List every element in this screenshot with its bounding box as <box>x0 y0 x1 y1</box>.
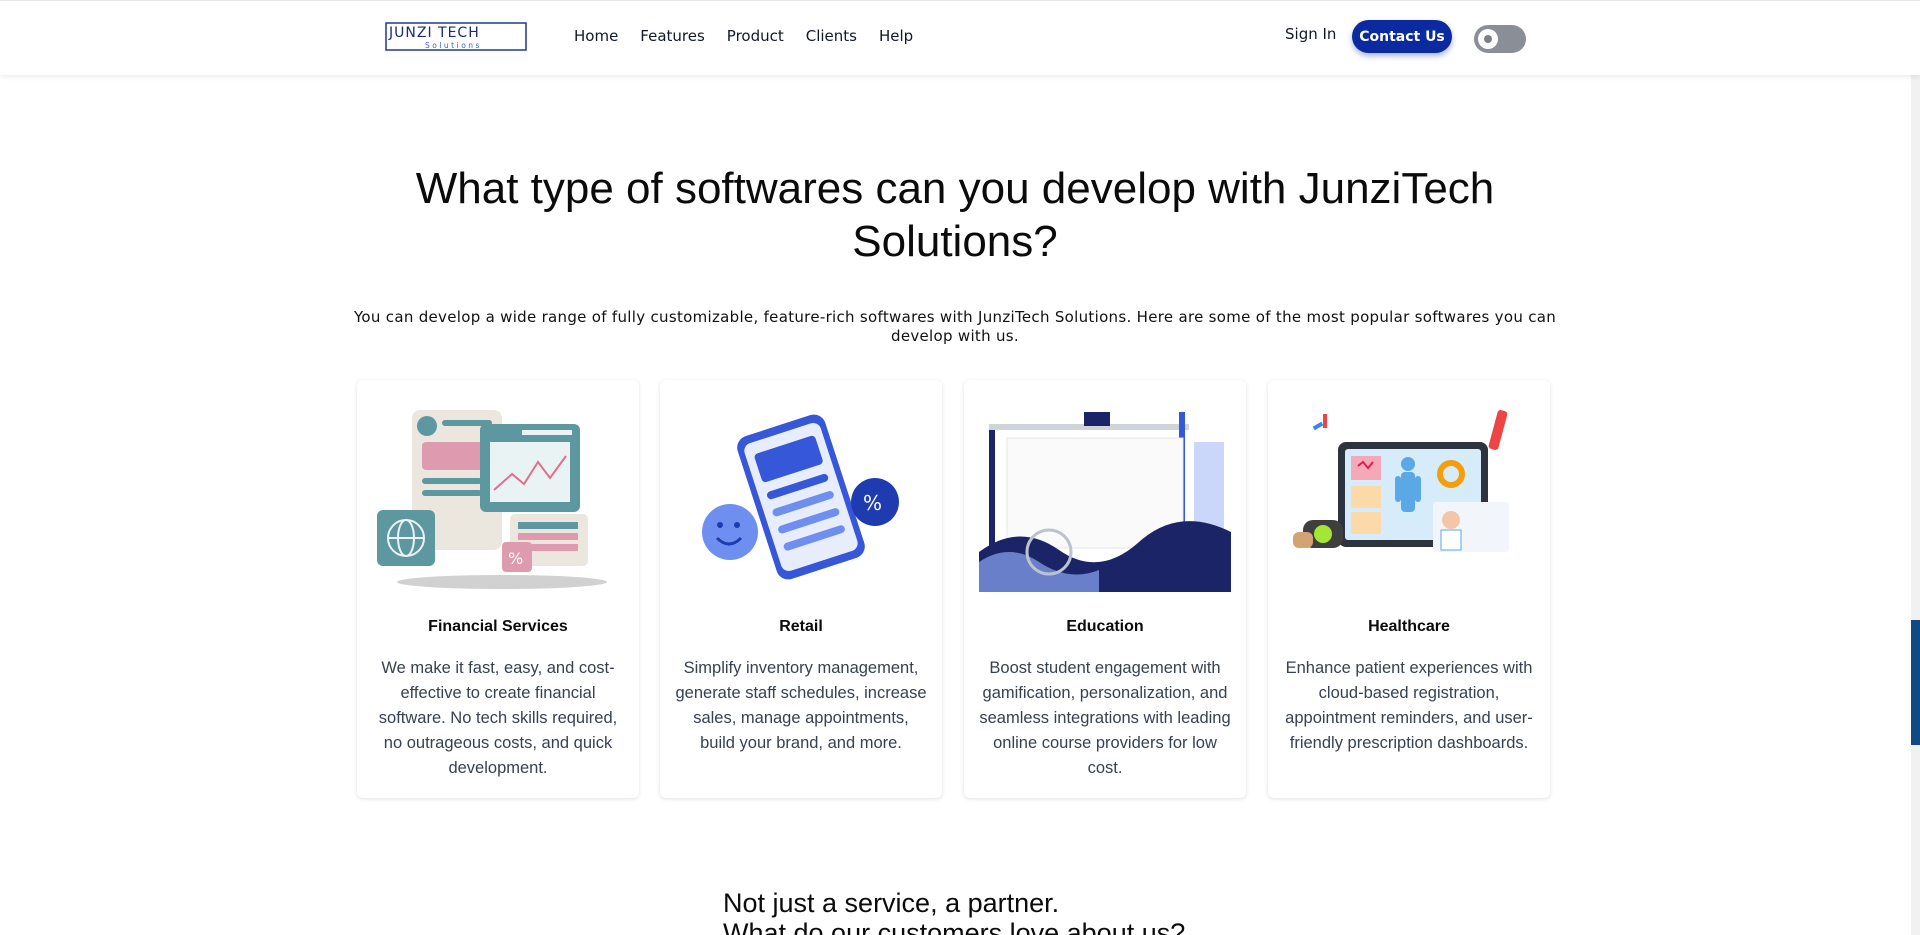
card-description: Simplify inventory management, generate … <box>675 659 927 752</box>
nav-product[interactable]: Product <box>727 27 784 45</box>
sign-in-link[interactable]: Sign In <box>1285 25 1336 43</box>
card-description: Boost student engagement with gamificati… <box>979 659 1231 777</box>
education-illustration <box>979 404 1231 592</box>
nav-home[interactable]: Home <box>574 27 618 45</box>
contact-us-button[interactable]: Contact Us <box>1352 20 1452 53</box>
nav-help[interactable]: Help <box>879 27 913 45</box>
retail-illustration: % <box>702 414 899 580</box>
svg-text:%: % <box>508 549 523 568</box>
card-financial-services[interactable]: % Financial Services We make it fast, ea… <box>357 380 639 798</box>
svg-text:%: % <box>863 491 882 515</box>
scrollbar-thumb[interactable] <box>1911 620 1920 745</box>
card-description: Enhance patient experiences with cloud-b… <box>1285 659 1533 752</box>
page: JUNZI TECH Solutions Home Features Produ… <box>0 0 1920 935</box>
card-description: We make it fast, easy, and cost-effectiv… <box>378 659 618 777</box>
logo-subtext: Solutions <box>425 41 482 50</box>
main-nav: Home Features Product Clients Help <box>574 27 913 45</box>
partner-subheading: What do our customers love about us? <box>723 918 1186 935</box>
nav-features[interactable]: Features <box>640 27 705 45</box>
card-title: Retail <box>779 618 823 635</box>
theme-toggle[interactable] <box>1474 25 1526 53</box>
junzitech-logo[interactable]: JUNZI TECH Solutions <box>385 21 529 55</box>
card-title: Education <box>1066 618 1144 635</box>
toggle-knob <box>1478 29 1498 49</box>
financial-illustration: % <box>377 410 607 589</box>
section-title: What type of softwares can you develop w… <box>415 164 1495 266</box>
scrollbar-track[interactable] <box>1911 0 1920 935</box>
card-education[interactable]: Education Boost student engagement with … <box>964 380 1246 798</box>
logo-text: JUNZI TECH <box>388 25 480 41</box>
partner-heading: Not just a service, a partner. <box>723 888 1060 918</box>
section-subtitle: You can develop a wide range of fully cu… <box>353 308 1557 345</box>
card-title: Financial Services <box>428 618 568 635</box>
healthcare-illustration <box>1293 410 1509 552</box>
nav-clients[interactable]: Clients <box>806 27 857 45</box>
card-retail[interactable]: % Retail Simplify inventory management, … <box>660 380 942 798</box>
card-healthcare[interactable]: Healthcare Enhance patient experiences w… <box>1268 380 1550 798</box>
card-title: Healthcare <box>1368 618 1450 635</box>
top-navigation-bar: JUNZI TECH Solutions Home Features Produ… <box>0 0 1920 75</box>
